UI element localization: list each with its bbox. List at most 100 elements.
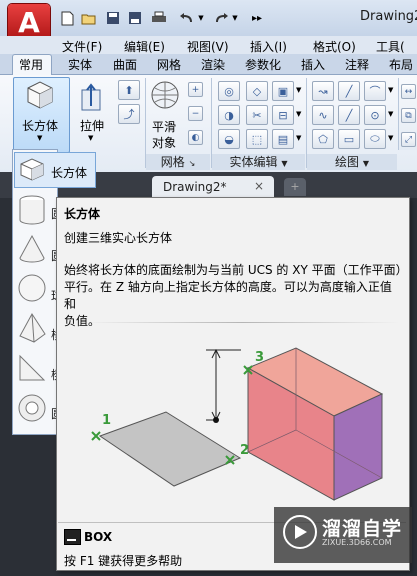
menu-format[interactable]: 格式(O) [313, 38, 356, 55]
save-as-icon[interactable] [126, 10, 144, 26]
more-icon[interactable]: ▸▸ [248, 10, 266, 26]
sphere-icon[interactable] [17, 272, 47, 304]
tooltip-title: 长方体 [64, 207, 101, 221]
tooltip-command: BOX [84, 530, 113, 544]
chevron-down-icon[interactable]: ▼ [388, 110, 393, 118]
wedge-icon[interactable] [17, 352, 47, 384]
tab-layout[interactable]: 布局 [389, 56, 413, 73]
intersect-icon[interactable]: ◒ [218, 129, 240, 149]
menu-edit[interactable]: 编辑(E) [124, 38, 165, 55]
xline-icon[interactable]: ╱ [338, 105, 360, 125]
chevron-down-icon: ▼ [37, 134, 43, 142]
stretch-icon[interactable]: ⤢ [401, 132, 416, 147]
polyline-icon[interactable]: ↝ [312, 81, 334, 101]
watermark-text: 溜溜自学 [322, 518, 403, 540]
chevron-down-icon[interactable]: ▼ [296, 86, 301, 94]
mesh-add-icon[interactable]: + [188, 82, 203, 97]
menu-tools[interactable]: 工具( [376, 38, 405, 55]
tab-parametric[interactable]: 参数化 [245, 56, 281, 73]
open-icon[interactable] [80, 10, 98, 26]
panel-label-draw[interactable]: 绘图 ▼ [307, 154, 397, 170]
box-button-label: 长方体 [22, 119, 59, 133]
dialog-launcher-icon: ↘ [188, 159, 196, 168]
drawing-canvas[interactable] [0, 198, 12, 576]
extrude-faces-icon[interactable]: ▣ [272, 81, 294, 101]
tooltip-help: 按 F1 键获得更多帮助 [64, 554, 183, 568]
chevron-down-icon[interactable]: ▼ [388, 134, 393, 142]
panel-label-mesh[interactable]: 网格 ↘ [146, 154, 210, 170]
close-icon[interactable]: × [254, 179, 264, 193]
slice-icon[interactable]: ✂ [246, 105, 268, 125]
smooth-label-2[interactable]: 对象 [152, 134, 176, 151]
separate-icon[interactable]: ⊟ [272, 105, 294, 125]
arc-icon[interactable]: ⌒ [364, 81, 386, 101]
mesh-refine-icon[interactable]: − [188, 106, 203, 121]
tab-annotate[interactable]: 注释 [345, 56, 369, 73]
shell-icon[interactable]: ▤ [272, 129, 294, 149]
panel-label-mesh-text: 网格 [160, 155, 185, 169]
rectangle-icon[interactable]: ▭ [338, 129, 360, 149]
autocad-logo-icon: A [18, 6, 40, 39]
menu-insert[interactable]: 插入(I) [250, 38, 287, 55]
chevron-down-icon[interactable]: ▼ [197, 10, 205, 26]
document-title: Drawing2. [360, 9, 417, 24]
tab-home[interactable]: 常用 [19, 56, 43, 73]
mesh-crease-icon[interactable]: ◐ [188, 130, 203, 145]
panel-label-solid-edit-text: 实体编辑 [229, 155, 278, 169]
tooltip-description: 创建三维实心长方体 [64, 231, 173, 245]
chevron-down-icon[interactable]: ▼ [388, 86, 393, 94]
tooltip-body-line: 平行。在 Z 轴方向上指定长方体的高度。可以为高度输入正值和 [64, 280, 392, 311]
chevron-down-icon: ▼ [281, 159, 288, 168]
chevron-down-icon[interactable]: ▼ [296, 110, 301, 118]
tooltip-body-line: 始终将长方体的底面绘制为与当前 UCS 的 XY 平面（工作平面） [64, 263, 408, 277]
divider [84, 322, 400, 323]
extract-edges-icon[interactable]: ◇ [246, 81, 268, 101]
new-icon[interactable] [58, 10, 76, 26]
subtract-icon[interactable]: ◑ [218, 105, 240, 125]
undo-icon[interactable] [178, 10, 196, 26]
circle-icon[interactable]: ⊙ [364, 105, 386, 125]
menu-file[interactable]: 文件(F) [62, 38, 102, 55]
cylinder-icon[interactable] [17, 194, 47, 226]
spline-icon[interactable]: ∿ [312, 105, 334, 125]
torus-icon[interactable] [17, 392, 47, 424]
ellipse-icon[interactable]: ⬭ [364, 129, 386, 149]
point-label-2: 2 [240, 443, 249, 458]
panel-label-solid-edit[interactable]: 实体编辑 ▼ [212, 154, 305, 170]
print-icon[interactable] [150, 10, 168, 26]
dropdown-item-label: 长方体 [51, 166, 88, 180]
extrude-button-label[interactable]: 拉伸 [80, 117, 104, 134]
watermark-logo-icon [283, 515, 317, 549]
thicken-icon[interactable]: ⬚ [246, 129, 268, 149]
tab-insert[interactable]: 插入 [301, 56, 325, 73]
point-label-3: 3 [255, 350, 264, 365]
modify-icon[interactable]: ↔ [401, 84, 416, 99]
sweep-icon[interactable]: ⤴ [118, 104, 140, 124]
line-icon[interactable]: ╱ [338, 81, 360, 101]
box-icon [20, 158, 44, 181]
chevron-down-icon: ▼ [362, 159, 369, 168]
save-icon[interactable] [104, 10, 122, 26]
smooth-object-icon[interactable] [150, 80, 180, 110]
tab-mesh[interactable]: 网格 [157, 56, 181, 73]
polygon-icon[interactable]: ⬠ [312, 129, 334, 149]
drawing-tab-label[interactable]: Drawing2* [163, 180, 227, 194]
chevron-down-icon[interactable]: ▼ [231, 10, 239, 26]
pyramid-icon[interactable] [17, 312, 47, 344]
smooth-label[interactable]: 平滑 [152, 118, 176, 135]
new-tab-button[interactable]: + [284, 178, 306, 196]
menu-view[interactable]: 视图(V) [187, 38, 229, 55]
command-line-icon [64, 529, 81, 545]
presspull-icon[interactable]: ⬆ [118, 80, 140, 100]
redo-icon[interactable] [212, 10, 230, 26]
tab-solid[interactable]: 实体 [68, 56, 92, 73]
chevron-down-icon[interactable]: ▼ [296, 134, 301, 142]
cone-icon[interactable] [17, 234, 47, 266]
extrude-icon[interactable] [78, 82, 106, 112]
union-icon[interactable]: ◎ [218, 81, 240, 101]
tab-surface[interactable]: 曲面 [113, 56, 137, 73]
point-label-1: 1 [102, 413, 111, 428]
tooltip-body: 始终将长方体的底面绘制为与当前 UCS 的 XY 平面（工作平面） 平行。在 Z… [64, 262, 408, 330]
copy-icon[interactable]: ⧉ [401, 108, 416, 123]
tab-render[interactable]: 渲染 [201, 56, 225, 73]
